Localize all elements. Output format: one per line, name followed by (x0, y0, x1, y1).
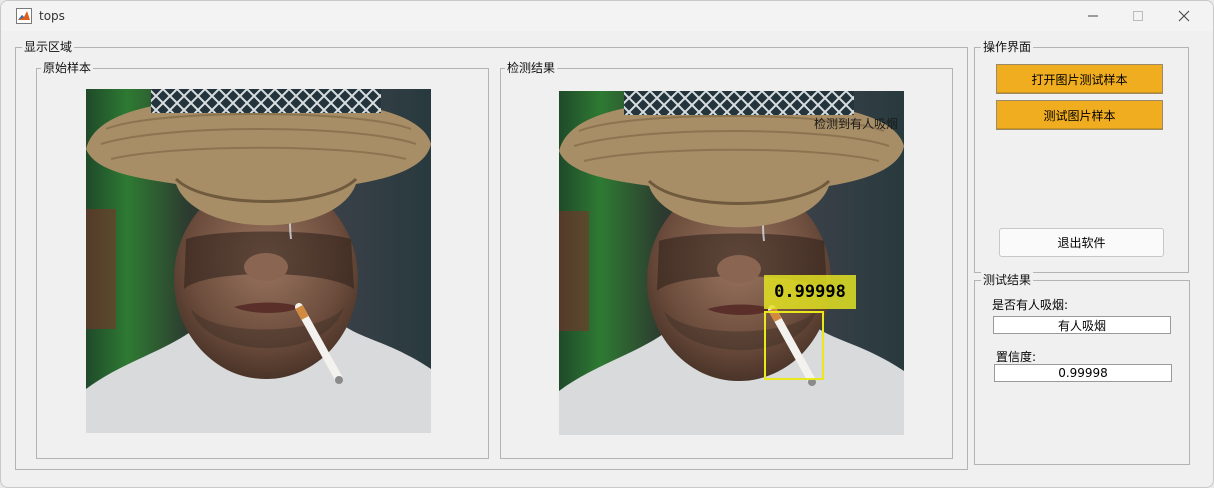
original-sample-label: 原始样本 (41, 60, 94, 76)
operations-label: 操作界面 (981, 39, 1034, 55)
confidence-label: 置信度: (996, 350, 1037, 364)
maximize-button[interactable] (1116, 5, 1160, 27)
window-title: tops (39, 9, 65, 23)
detection-result-label: 检测结果 (505, 60, 558, 76)
detection-result-image: 检测到有人吸烟 0.99998 (559, 91, 904, 435)
test-result-panel: 测试结果 是否有人吸烟: 有人吸烟 置信度: 0.99998 (974, 272, 1190, 465)
operations-panel: 操作界面 打开图片测试样本 测试图片样本 退出软件 (974, 39, 1189, 273)
test-result-label: 测试结果 (981, 272, 1034, 288)
detection-overlay-text: 检测到有人吸烟 (813, 117, 898, 131)
close-button[interactable] (1162, 5, 1206, 27)
smoking-result-field[interactable]: 有人吸烟 (993, 316, 1171, 334)
maximize-icon (1133, 11, 1143, 21)
original-sample-panel: 原始样本 (36, 60, 489, 459)
detection-result-panel: 检测结果 检测到有人吸烟 0.99998 (500, 60, 953, 459)
detection-bounding-box (764, 311, 824, 380)
minimize-icon (1088, 15, 1098, 17)
matlab-icon (16, 8, 32, 24)
app-window: tops 显示区域 原始样本 检测结果 检测到有人吸烟 0.99998 操作界面… (0, 0, 1214, 488)
close-icon (1178, 10, 1190, 22)
original-sample-image (86, 89, 431, 433)
minimize-button[interactable] (1071, 5, 1115, 27)
detection-score-tag: 0.99998 (764, 275, 856, 309)
confidence-field[interactable]: 0.99998 (994, 364, 1172, 382)
open-image-button[interactable]: 打开图片测试样本 (996, 64, 1163, 94)
smoking-label: 是否有人吸烟: (992, 298, 1069, 312)
display-area-label: 显示区域 (22, 39, 75, 55)
exit-button[interactable]: 退出软件 (999, 228, 1164, 257)
title-bar: tops (1, 1, 1213, 31)
display-area-panel: 显示区域 原始样本 检测结果 检测到有人吸烟 0.99998 (15, 39, 968, 470)
test-image-button[interactable]: 测试图片样本 (996, 100, 1163, 130)
